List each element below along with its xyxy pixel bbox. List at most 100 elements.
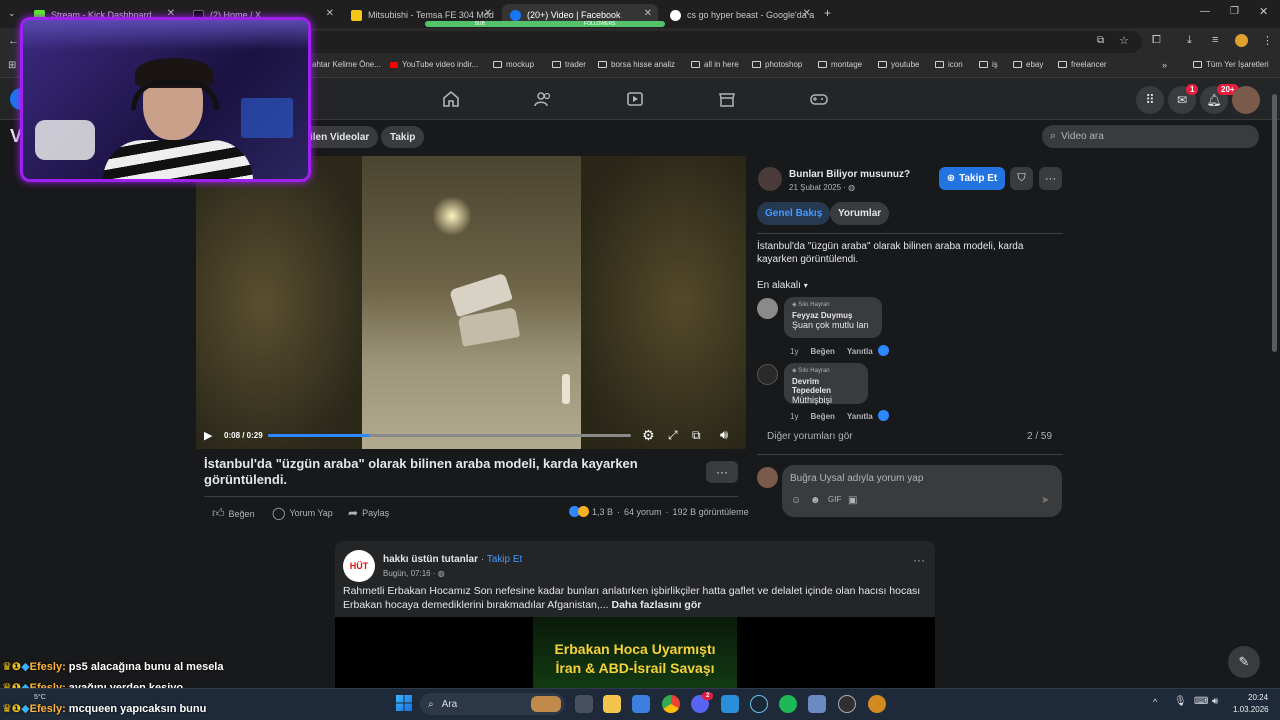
- save-button[interactable]: ⛉: [1010, 167, 1033, 190]
- store-icon[interactable]: [632, 695, 650, 713]
- bookmark-keyword[interactable]: ahtar Kelime Öne...: [312, 60, 381, 69]
- apps-grid-icon[interactable]: ⊞: [8, 60, 16, 71]
- sticker-icon[interactable]: ▣: [848, 495, 857, 506]
- comment-reply-button[interactable]: Yanıtla: [847, 412, 873, 421]
- bookmark-youtube-dl[interactable]: YouTube video indir...: [390, 60, 478, 69]
- comment-reply-button[interactable]: Yanıtla: [847, 347, 873, 356]
- chrome-icon[interactable]: [662, 695, 680, 713]
- view-more-comments[interactable]: Diğer yorumları gör: [767, 431, 853, 442]
- reaction-count[interactable]: 1,3 B: [592, 507, 613, 517]
- marketplace-icon[interactable]: [718, 90, 736, 108]
- volume-tray-icon[interactable]: 🔊︎: [1212, 696, 1218, 707]
- account-avatar[interactable]: [1232, 86, 1260, 114]
- extensions-icon[interactable]: ⧠: [1152, 34, 1161, 47]
- share-button[interactable]: ➦ Paylaş: [348, 506, 389, 520]
- commenter-avatar[interactable]: [757, 364, 778, 385]
- spotify-icon[interactable]: [779, 695, 797, 713]
- close-icon[interactable]: ✕: [644, 8, 652, 19]
- panel-more-button[interactable]: ···: [1039, 167, 1062, 190]
- gif-icon[interactable]: GIF: [828, 495, 841, 504]
- post-time[interactable]: Bugün, 07:16 ·: [383, 569, 438, 578]
- tab-overview[interactable]: Genel Bakış: [757, 202, 831, 225]
- video-icon[interactable]: [626, 90, 644, 108]
- close-window-icon[interactable]: ✕: [1259, 5, 1268, 18]
- settings-icon[interactable]: ⚙: [642, 427, 655, 444]
- clock-date[interactable]: 1.03.2026: [1233, 705, 1269, 714]
- comment-compose-box[interactable]: Buğra Uysal adıyla yorum yap ☺ ☻ GIF ▣ ➤: [782, 465, 1062, 517]
- all-bookmarks[interactable]: Tüm Yer İşaretleri: [1193, 60, 1269, 69]
- media-icon[interactable]: ≡: [1212, 34, 1218, 46]
- new-tab-icon[interactable]: +: [824, 6, 831, 20]
- profile-icon[interactable]: [1235, 34, 1248, 47]
- follow-button[interactable]: ⊕ Takip Et: [939, 167, 1005, 190]
- minimize-icon[interactable]: —: [1200, 6, 1210, 17]
- download-icon[interactable]: ⤓: [1187, 34, 1192, 47]
- network-icon[interactable]: ⌨: [1194, 696, 1208, 707]
- video-search-input[interactable]: ⌕ Video ara: [1042, 125, 1259, 148]
- avatar-sticker-icon[interactable]: ☺: [791, 495, 801, 506]
- send-icon[interactable]: ➤: [1041, 495, 1049, 506]
- menu-grid-button[interactable]: ⠿: [1136, 86, 1164, 114]
- close-icon[interactable]: ✕: [326, 8, 334, 19]
- post-more-icon[interactable]: ···: [913, 553, 925, 567]
- page-avatar[interactable]: [758, 167, 782, 191]
- bookmark-ebay[interactable]: ebay: [1013, 60, 1043, 69]
- bookmark-borsa[interactable]: borsa hisse analiz: [598, 60, 675, 69]
- back-icon[interactable]: ←: [8, 35, 19, 47]
- url-field[interactable]: [300, 31, 1142, 53]
- post-follow-link[interactable]: Takip Et: [487, 554, 523, 565]
- bookmark-youtube[interactable]: youtube: [878, 60, 919, 69]
- fullscreen-icon[interactable]: ⤢: [668, 428, 678, 443]
- install-app-icon[interactable]: ⧉: [1097, 35, 1104, 46]
- commenter-avatar[interactable]: [757, 298, 778, 319]
- following-chip[interactable]: Takip: [381, 126, 425, 148]
- task-view-icon[interactable]: [575, 695, 593, 713]
- bookmark-freelancer[interactable]: freelancer: [1058, 60, 1107, 69]
- new-message-button[interactable]: ✎: [1228, 646, 1260, 678]
- taskbar-search[interactable]: ⌕ Ara: [420, 693, 565, 715]
- close-icon[interactable]: ✕: [484, 8, 492, 19]
- bookmark-montage[interactable]: montage: [818, 60, 862, 69]
- maximize-icon[interactable]: ❐: [1230, 6, 1239, 17]
- video-progress-bar[interactable]: [268, 434, 631, 437]
- comment-sort[interactable]: En alakalı ▾: [757, 280, 808, 291]
- video-player[interactable]: [196, 156, 746, 449]
- post-author-avatar[interactable]: HÜT: [343, 550, 375, 582]
- close-icon[interactable]: ✕: [803, 8, 811, 19]
- bookmark-trader[interactable]: trader: [552, 60, 586, 69]
- post-author[interactable]: hakkı üstün tutanlar: [383, 554, 478, 565]
- pip-icon[interactable]: ⧉: [692, 428, 701, 443]
- comment-like-button[interactable]: Beğen: [810, 347, 834, 356]
- page-name[interactable]: Bunları Biliyor musunuz?: [789, 169, 910, 180]
- menu-icon[interactable]: ⋮: [1262, 34, 1273, 47]
- photos-icon[interactable]: [721, 695, 739, 713]
- volume-icon[interactable]: 🔊︎: [720, 427, 728, 443]
- more-bookmarks-icon[interactable]: »: [1162, 60, 1167, 70]
- play-icon[interactable]: ▶: [204, 429, 212, 442]
- commenter-name[interactable]: Feyyaz Duymuş: [792, 311, 874, 320]
- comment-button[interactable]: ◯ Yorum Yap: [272, 506, 333, 520]
- tab-list-icon[interactable]: ⌄: [8, 8, 16, 19]
- obs-icon[interactable]: [838, 695, 856, 713]
- tab-comments[interactable]: Yorumlar: [830, 202, 890, 225]
- steam-icon[interactable]: [750, 695, 768, 713]
- stream-app-icon[interactable]: [868, 695, 886, 713]
- tab-google[interactable]: cs go hyper beast - Google'da a ✕: [662, 4, 817, 26]
- clock-time[interactable]: 20:24: [1248, 693, 1268, 702]
- commenter-name[interactable]: Devrim Tepedelen: [792, 377, 860, 395]
- tray-chevron-icon[interactable]: ^: [1153, 697, 1157, 707]
- bookmark-photoshop[interactable]: photoshop: [752, 60, 802, 69]
- bookmark-is[interactable]: iş: [979, 60, 998, 69]
- gaming-icon[interactable]: [810, 90, 828, 108]
- like-button[interactable]: 👍︎ Beğen: [212, 506, 255, 521]
- bookmark-mockup[interactable]: mockup: [493, 60, 534, 69]
- bookmark-icon[interactable]: icon: [935, 60, 963, 69]
- bookmark-all-in-here[interactable]: all in here: [691, 60, 739, 69]
- friends-icon[interactable]: [534, 90, 552, 108]
- comments-count[interactable]: 64 yorum: [624, 507, 662, 517]
- page-scrollbar[interactable]: [1272, 94, 1277, 352]
- comment-like-button[interactable]: Beğen: [810, 412, 834, 421]
- file-explorer-icon[interactable]: [603, 695, 621, 713]
- home-icon[interactable]: [442, 90, 460, 108]
- bookmark-star-icon[interactable]: ☆: [1119, 34, 1129, 47]
